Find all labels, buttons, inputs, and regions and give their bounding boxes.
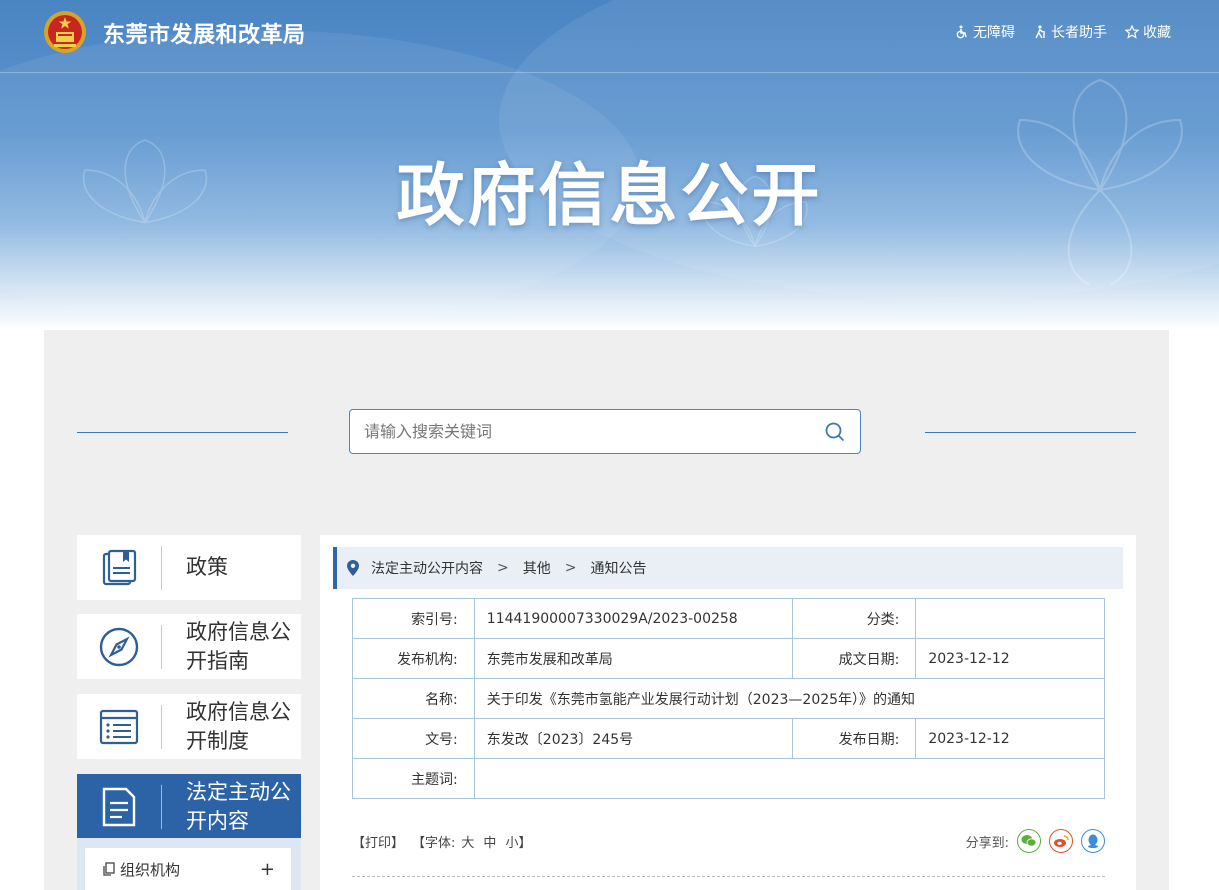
elder-assistant-label: 长者助手 [1051, 25, 1107, 41]
national-emblem-icon [44, 11, 86, 53]
breadcrumb-link[interactable]: 法定主动公开内容 [371, 558, 483, 578]
header-banner: 东莞市发展和改革局 无障碍 长者助手 收藏 政府信息公开 [0, 0, 1219, 330]
main-area: 政策 政府信息公开指南 政府信息公开制度 [44, 330, 1169, 890]
document-tools: 【打印】 【字体: 大 中 小 】 分享到: [352, 828, 1105, 854]
print-button[interactable]: 【打印】 [352, 832, 404, 851]
meta-value: 关于印发《东莞市氢能产业发展行动计划（2023—2025年）》的通知 [474, 678, 1106, 719]
table-row: 发布机构: 东莞市发展和改革局 成文日期: 2023-12-12 [352, 638, 1105, 679]
sidebar-item-system[interactable]: 政府信息公开制度 [77, 694, 301, 759]
font-size-label: 【字体: [412, 835, 456, 851]
elder-icon [1035, 25, 1045, 39]
sidebar-subitem-organization[interactable]: 组织机构 + [85, 848, 291, 890]
elder-assistant-link[interactable]: 长者助手 [1033, 22, 1107, 42]
meta-label: 文号: [352, 718, 475, 759]
search-box [349, 409, 861, 454]
content-panel: 法定主动公开内容 > 其他 > 通知公告 索引号: 11441900007330… [320, 535, 1136, 890]
share-group: 分享到: [966, 829, 1105, 853]
sidebar-item-guide[interactable]: 政府信息公开指南 [77, 614, 301, 679]
meta-value: 东莞市发展和改革局 [474, 638, 793, 679]
search-icon[interactable] [824, 421, 846, 443]
meta-value [915, 598, 1105, 639]
sidebar-subitem-label: 组织机构 [120, 860, 181, 879]
meta-label: 发布机构: [352, 638, 475, 679]
font-medium-button[interactable]: 中 [483, 832, 496, 851]
favorite-label: 收藏 [1143, 25, 1171, 41]
table-row: 文号: 东发改〔2023〕245号 发布日期: 2023-12-12 [352, 718, 1105, 759]
page-hero-title: 政府信息公开 [396, 157, 823, 236]
meta-label: 发布日期: [791, 718, 917, 759]
share-wechat-button[interactable] [1017, 829, 1041, 853]
accessibility-label: 无障碍 [973, 25, 1015, 41]
meta-label: 成文日期: [791, 638, 917, 679]
font-small-button[interactable]: 小 [505, 832, 518, 851]
list-icon [99, 709, 139, 744]
divider [352, 876, 1105, 877]
site-title[interactable]: 东莞市发展和改革局 [103, 17, 306, 49]
search-input[interactable] [350, 410, 810, 453]
favorite-link[interactable]: 收藏 [1125, 22, 1171, 42]
meta-value: 2023-12-12 [915, 718, 1105, 759]
top-bar: 东莞市发展和改革局 无障碍 长者助手 收藏 [0, 0, 1219, 73]
qq-icon [1088, 834, 1098, 849]
location-pin-icon [347, 560, 359, 576]
breadcrumb: 法定主动公开内容 > 其他 > 通知公告 [333, 547, 1123, 589]
share-weibo-button[interactable] [1049, 829, 1073, 853]
meta-value: 11441900007330029A/2023-00258 [474, 598, 793, 639]
meta-value [474, 758, 1106, 799]
copy-icon [103, 862, 115, 876]
breadcrumb-link[interactable]: 通知公告 [590, 558, 646, 578]
header-tools: 无障碍 长者助手 收藏 [955, 22, 1171, 42]
sidebar-item-mandatory-disclosure[interactable]: 法定主动公开内容 [77, 774, 301, 839]
sidebar-item-label: 政策 [186, 555, 228, 579]
breadcrumb-link[interactable]: 其他 [523, 558, 551, 578]
meta-label: 名称: [352, 678, 475, 719]
wheelchair-icon [956, 25, 967, 39]
wechat-icon [1021, 835, 1037, 847]
breadcrumb-separator: > [497, 560, 509, 576]
table-row: 名称: 关于印发《东莞市氢能产业发展行动计划（2023—2025年）》的通知 [352, 678, 1106, 719]
sidebar-item-label: 法定主动公开内容 [186, 779, 291, 833]
font-large-button[interactable]: 大 [461, 832, 474, 851]
sidebar-item-label: 政府信息公开制度 [186, 699, 291, 753]
sidebar-item-policy[interactable]: 政策 [77, 535, 301, 600]
meta-label: 分类: [791, 598, 917, 639]
divider [77, 432, 288, 433]
star-icon [1125, 25, 1139, 39]
weibo-icon [1054, 835, 1069, 847]
table-row: 主题词: [352, 758, 1106, 799]
divider [925, 432, 1136, 433]
share-label: 分享到: [965, 835, 1009, 851]
sidebar-subpanel: 组织机构 + [77, 838, 301, 890]
table-row: 索引号: 11441900007330029A/2023-00258 分类: [352, 598, 1105, 639]
share-qq-button[interactable] [1081, 829, 1105, 853]
meta-value: 2023-12-12 [915, 638, 1105, 679]
font-size-bracket: 】 [518, 835, 532, 851]
sidebar-item-label: 政府信息公开指南 [186, 619, 291, 673]
accessibility-link[interactable]: 无障碍 [955, 22, 1015, 42]
meta-label: 索引号: [352, 598, 475, 639]
policy-book-icon [102, 549, 137, 585]
meta-value: 东发改〔2023〕245号 [474, 718, 793, 759]
document-meta-table: 索引号: 11441900007330029A/2023-00258 分类: 发… [352, 598, 1106, 799]
expand-plus-icon[interactable]: + [260, 859, 275, 880]
compass-icon [99, 627, 139, 666]
document-icon [102, 787, 136, 826]
meta-label: 主题词: [352, 758, 475, 799]
breadcrumb-separator: > [564, 560, 577, 576]
